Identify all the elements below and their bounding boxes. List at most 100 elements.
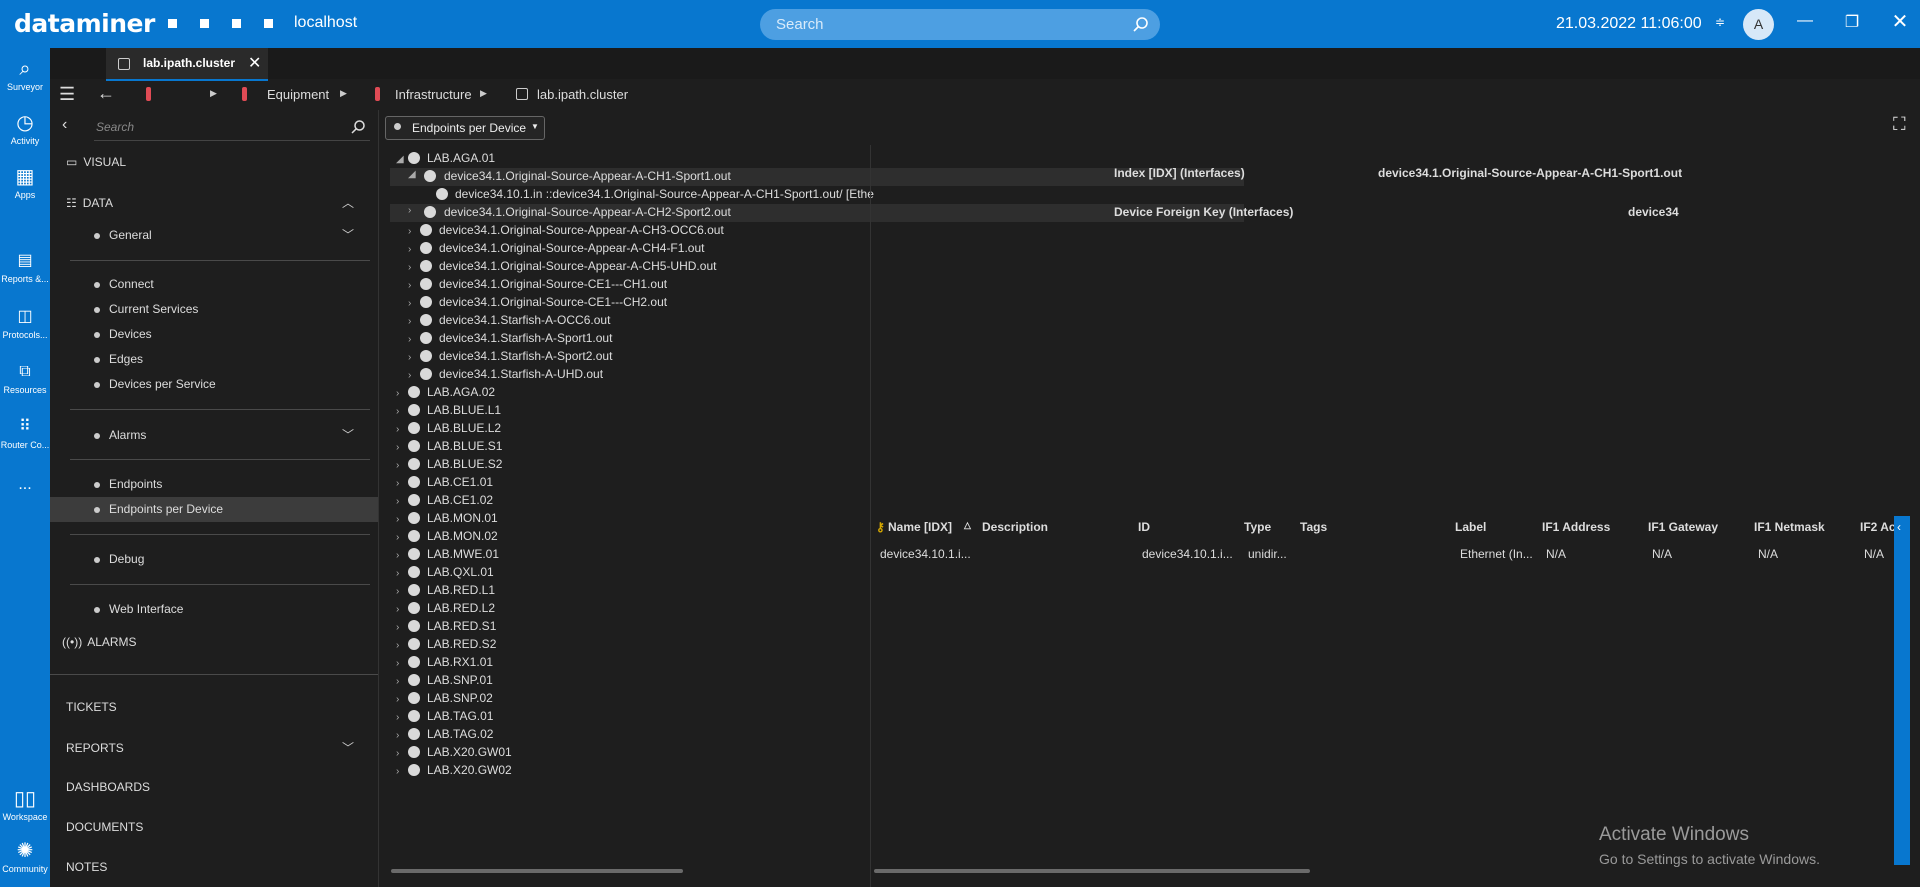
column-header[interactable]: Name [IDX] xyxy=(888,520,952,534)
expand-arrow-icon[interactable]: › xyxy=(396,586,408,597)
section-alarms[interactable]: ((•)) ALARMS xyxy=(62,635,137,649)
tree-node[interactable]: › device34.1.Original-Source-Appear-A-CH4… xyxy=(408,241,704,259)
close-tab-icon[interactable]: ✕ xyxy=(248,53,261,73)
tree-node[interactable]: › LAB.BLUE.L1 xyxy=(396,403,501,421)
expand-arrow-icon[interactable]: › xyxy=(408,262,420,273)
tree-node[interactable]: › device34.1.Original-Source-CE1---CH2.ou… xyxy=(408,295,667,313)
sidebar-item-web-interface[interactable]: Web Interface xyxy=(94,602,183,616)
tree-node[interactable]: › LAB.CE1.01 xyxy=(396,475,493,493)
dataminer-logo[interactable]: dataminer xyxy=(14,9,155,38)
tree-node[interactable]: › LAB.RED.S1 xyxy=(396,619,496,637)
collapse-triangle-icon[interactable]: ◢ xyxy=(408,169,416,180)
sidebar-item-endpoints[interactable]: Endpoints xyxy=(94,477,162,491)
expand-arrow-icon[interactable]: › xyxy=(396,460,408,471)
expand-arrow-icon[interactable]: › xyxy=(396,604,408,615)
nav-workspace[interactable]: ▯▯ Workspace xyxy=(0,788,50,822)
hamburger-menu-icon[interactable]: ☰ xyxy=(59,84,75,105)
expand-arrow-icon[interactable]: › xyxy=(396,478,408,489)
workspace-square-icon[interactable] xyxy=(200,19,209,28)
expand-arrow-icon[interactable]: › xyxy=(396,424,408,435)
chevron-up-icon[interactable]: ︿ xyxy=(342,194,354,211)
expand-arrow-icon[interactable]: › xyxy=(396,622,408,633)
minimize-icon[interactable]: — xyxy=(1793,12,1817,30)
expand-arrow-icon[interactable]: › xyxy=(408,244,420,255)
tree-node[interactable]: › device34.1.Original-Source-Appear-A-CH5… xyxy=(408,259,716,277)
tree-node[interactable]: › LAB.SNP.01 xyxy=(396,673,493,691)
restore-icon[interactable]: ❐ xyxy=(1840,12,1864,32)
expand-arrow-icon[interactable]: › xyxy=(408,370,420,381)
tree-node[interactable]: › LAB.TAG.02 xyxy=(396,727,493,745)
sort-ascending-icon[interactable]: △ xyxy=(964,520,971,531)
column-header[interactable]: Label xyxy=(1455,520,1486,534)
group-alarms[interactable]: Alarms xyxy=(94,428,146,442)
tree-node[interactable]: › LAB.TAG.01 xyxy=(396,709,493,727)
tree-node[interactable]: › LAB.X20.GW02 xyxy=(396,763,512,781)
tree-node[interactable]: › LAB.RED.L1 xyxy=(396,583,495,601)
tree-node[interactable]: device34.10.1.in ::device34.1.Original-S… xyxy=(436,187,874,205)
tree-node[interactable]: › LAB.BLUE.L2 xyxy=(396,421,501,439)
tree-node[interactable]: › LAB.MON.02 xyxy=(396,529,498,547)
sidebar-item-debug[interactable]: Debug xyxy=(94,552,144,566)
tree-node[interactable]: › LAB.CE1.02 xyxy=(396,493,493,511)
tree-node[interactable]: › LAB.SNP.02 xyxy=(396,691,493,709)
tree-node[interactable]: › LAB.AGA.02 xyxy=(396,385,495,403)
tree-node[interactable]: › device34.1.Original-Source-Appear-A-CH3… xyxy=(408,223,724,241)
tree-node[interactable]: › device34.1.Starfish-A-Sport1.out xyxy=(408,331,612,349)
breadcrumb-item[interactable]: Equipment xyxy=(267,87,329,102)
nav-activity[interactable]: ◷ Activity xyxy=(0,112,50,146)
search-icon[interactable] xyxy=(1132,16,1149,33)
collapse-triangle-icon[interactable]: ◢ xyxy=(396,154,408,165)
sidebar-item-connect[interactable]: Connect xyxy=(94,277,154,291)
tree-node[interactable]: › LAB.QXL.01 xyxy=(396,565,494,583)
nav-router-control[interactable]: ⠿ Router Co... xyxy=(0,416,50,450)
fullscreen-icon[interactable]: ⛶ xyxy=(1893,114,1906,135)
sidebar-item-endpoints-per-device[interactable]: Endpoints per Device xyxy=(94,502,223,516)
back-arrow-icon[interactable]: ← xyxy=(97,83,115,104)
sidebar-item-current-services[interactable]: Current Services xyxy=(94,302,198,316)
column-header[interactable]: Type xyxy=(1244,520,1271,534)
workspace-square-icon[interactable] xyxy=(232,19,241,28)
tree-node[interactable]: › device34.1.Original-Source-CE1---CH1.ou… xyxy=(408,277,667,295)
expand-arrow-icon[interactable]: › xyxy=(396,712,408,723)
expand-arrow-icon[interactable]: › xyxy=(396,694,408,705)
sidebar-item-edges[interactable]: Edges xyxy=(94,352,143,366)
breadcrumb-item[interactable]: lab.ipath.cluster xyxy=(537,87,628,102)
sidebar-search-input[interactable]: Search xyxy=(94,116,370,141)
section-reports[interactable]: REPORTS xyxy=(66,741,124,755)
workspace-square-icon[interactable] xyxy=(264,19,273,28)
vertical-scrollbar[interactable]: ‹ xyxy=(1894,516,1910,865)
expand-arrow-icon[interactable]: › xyxy=(408,205,411,216)
tree-node[interactable]: › LAB.RX1.01 xyxy=(396,655,493,673)
section-tickets[interactable]: TICKETS xyxy=(66,700,117,714)
grid-horizontal-scrollbar[interactable] xyxy=(874,869,1310,873)
nav-reports[interactable]: ▤ Reports &... xyxy=(0,250,50,284)
expand-arrow-icon[interactable]: › xyxy=(408,352,420,363)
nav-protocols[interactable]: ◫ Protocols... xyxy=(0,306,50,340)
column-header[interactable]: ID xyxy=(1138,520,1150,534)
view-selector-dropdown[interactable]: Endpoints per Device ▼ xyxy=(385,116,545,140)
tree-node[interactable]: › LAB.RED.S2 xyxy=(396,637,496,655)
column-header[interactable]: IF2 Ac xyxy=(1860,520,1896,534)
nav-resources[interactable]: ⧉ Resources xyxy=(0,361,50,395)
chevron-down-icon[interactable]: ﹀ xyxy=(342,426,354,443)
section-data[interactable]: ☷ DATA xyxy=(66,196,113,210)
expand-arrow-icon[interactable]: › xyxy=(396,676,408,687)
collapse-sidebar-icon[interactable]: ‹ xyxy=(62,116,67,134)
sidebar-item-devices-per-service[interactable]: Devices per Service xyxy=(94,377,216,391)
datetime-dropdown-icon[interactable]: ≑ xyxy=(1715,15,1725,29)
expand-arrow-icon[interactable]: › xyxy=(396,748,408,759)
expand-arrow-icon[interactable]: › xyxy=(396,766,408,777)
expand-arrow-icon[interactable]: › xyxy=(396,532,408,543)
column-header[interactable]: IF1 Netmask xyxy=(1754,520,1825,534)
close-window-icon[interactable]: ✕ xyxy=(1888,9,1912,34)
tree-node[interactable]: › LAB.BLUE.S2 xyxy=(396,457,502,475)
tree-node[interactable]: › LAB.BLUE.S1 xyxy=(396,439,502,457)
tab-lab-ipath-cluster[interactable]: lab.ipath.cluster ✕ xyxy=(106,48,268,81)
table-row[interactable]: device34.10.1.i... device34.10.1.i... un… xyxy=(872,543,1892,565)
search-icon[interactable] xyxy=(350,119,366,135)
expand-arrow-icon[interactable]: › xyxy=(396,442,408,453)
breadcrumb-item[interactable]: Infrastructure xyxy=(395,87,472,102)
chevron-left-icon[interactable]: ‹ xyxy=(1897,520,1901,534)
expand-arrow-icon[interactable]: › xyxy=(396,406,408,417)
expand-arrow-icon[interactable]: › xyxy=(408,316,420,327)
